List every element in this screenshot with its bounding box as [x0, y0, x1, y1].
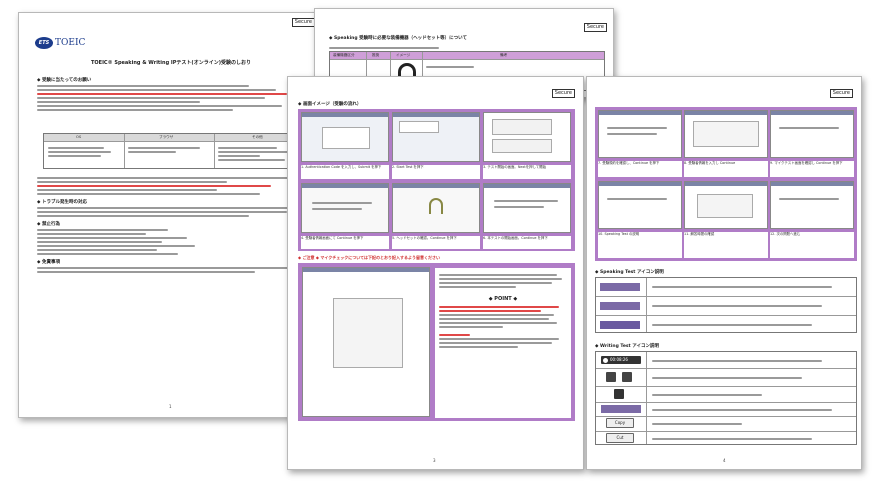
secure-stamp: Secure [829, 89, 853, 98]
table-header-browser: ブラウザ [159, 135, 174, 139]
copy-button[interactable]: Copy [606, 418, 634, 428]
table-header: 推奨 [372, 53, 380, 57]
section-heading: ◆ 免責事項 [37, 260, 61, 265]
secure-stamp: Secure [291, 18, 315, 27]
screenshot-caption-2: 2. Start Test を押下 [392, 165, 480, 179]
screenshot-thumb-10 [598, 181, 682, 229]
page1-body: ◆ 受験に当たってのお願い [37, 73, 309, 113]
writing-icons-heading: ◆ Writing Test アイコン説明 [595, 344, 660, 349]
speaking-icons-heading: ◆ Speaking Test アイコン説明 [595, 270, 664, 275]
screenshot-thumb-3 [483, 112, 571, 162]
mic-check-screenshot [302, 267, 430, 417]
next-icon [614, 389, 624, 399]
point-heading: ◆ POINT ◆ [488, 296, 518, 302]
table-header-os: OS [76, 135, 82, 139]
caution-note: ◆ ご注意 ◆ マイクチェックについては下記のとおり記入するよう留意ください [298, 255, 441, 260]
mic-check-text: ◆ POINT ◆ [435, 268, 571, 418]
screenshot-thumb-6 [483, 183, 571, 233]
cut-button[interactable]: Cut [606, 433, 634, 443]
writing-icon-bar [601, 405, 641, 413]
volume-icon [606, 372, 616, 382]
screenshot-thumb-12 [770, 181, 854, 229]
document-page-4: Secure 7. 受験規約を確認し、Continue を押下 8. 受験者情報… [586, 76, 862, 470]
screenshot-caption-11: 11. 解答時間の確認 [684, 232, 768, 258]
headset-icon [429, 198, 443, 214]
document-page-1: Secure ETS TOEIC TOEIC® Speaking & Writi… [18, 12, 322, 418]
page-number: 4 [723, 458, 726, 463]
ets-icon: ETS [35, 37, 53, 49]
screenshot-caption-5: 5. ヘッドセットの確認。Continue を押下 [392, 236, 480, 249]
page3-heading: ◆ 画面イメージ（受験の流れ） [298, 102, 362, 107]
page-title: TOEIC® Speaking & Writing IPテスト(オンライン)受験… [91, 60, 251, 66]
section-heading: ◆ トラブル発生時の対応 [37, 200, 88, 205]
table-header-other: その他 [252, 135, 263, 139]
section-heading: ◆ 禁止行為 [37, 222, 61, 227]
secure-stamp: Secure [583, 23, 607, 32]
section-heading: ◆ 受験に当たってのお願い [37, 78, 92, 83]
screenshot-thumb-5 [392, 183, 480, 233]
screenshot-thumb-11 [684, 181, 768, 229]
speaking-icon-1 [600, 283, 640, 291]
page-number: 3 [433, 458, 436, 463]
speaking-icons-table [595, 277, 857, 333]
screenshot-caption-8: 8. 受験者情報を入力し Continue [684, 161, 768, 177]
toeic-logo-text: TOEIC [55, 38, 86, 48]
table-header: 備考 [500, 53, 508, 57]
screenshot-thumb-9 [770, 110, 854, 158]
toeic-logo: ETS TOEIC [35, 37, 85, 49]
screenshot-thumb-7 [598, 110, 682, 158]
clock-icon [603, 357, 608, 363]
screenshot-caption-6: 6. 本テストの開始画面。Continue を押下 [483, 236, 571, 249]
screenshot-caption-1: 1. Authentication Code を入力し、Submit を押下 [301, 165, 389, 179]
speaking-icon-3 [600, 321, 640, 329]
page2-heading: ◆ Speaking 受験時に必要な装備機器（ヘッドセット等）について [329, 36, 467, 41]
secure-stamp: Secure [551, 89, 575, 98]
environment-table: OS ブラウザ その他 [43, 133, 305, 169]
table-header: イメージ [396, 53, 411, 57]
screenshot-thumb-4 [301, 183, 389, 233]
writing-icons-table: 00:08:26 Copy Cut [595, 351, 857, 445]
page1-body-2: ◆ トラブル発生時の対応 ◆ 禁止行為 ◆ 免責事項 [37, 175, 309, 275]
timer-text: 00:08:26 [610, 357, 628, 362]
screenshot-caption-10: 10. Speaking Test の説明 [598, 232, 682, 258]
screenshot-caption-4: 4. 受験者情報画面にて Continue を押下 [301, 236, 389, 249]
screenshot-caption-12: 12. 次の問題へ進む [770, 232, 854, 258]
screenshot-thumb-2 [392, 112, 480, 162]
speaking-icon-2 [600, 302, 640, 310]
document-page-3: Secure ◆ 画面イメージ（受験の流れ） 1. Authentication… [287, 76, 584, 470]
table-header: 装備機器区分 [333, 53, 355, 57]
screenshot-thumb-8 [684, 110, 768, 158]
screenshot-caption-7: 7. 受験規約を確認し、Continue を押下 [598, 161, 682, 177]
help-icon [622, 372, 632, 382]
timer-display: 00:08:26 [601, 356, 641, 364]
page-number: 1 [169, 404, 172, 409]
screenshot-thumb-1 [301, 112, 389, 162]
screenshot-caption-9: 9. マイクテスト画面を確認し Continue を押下 [770, 161, 854, 177]
screenshot-caption-3: 3. テスト開始の画面。Nextを押して開始 [483, 165, 571, 179]
